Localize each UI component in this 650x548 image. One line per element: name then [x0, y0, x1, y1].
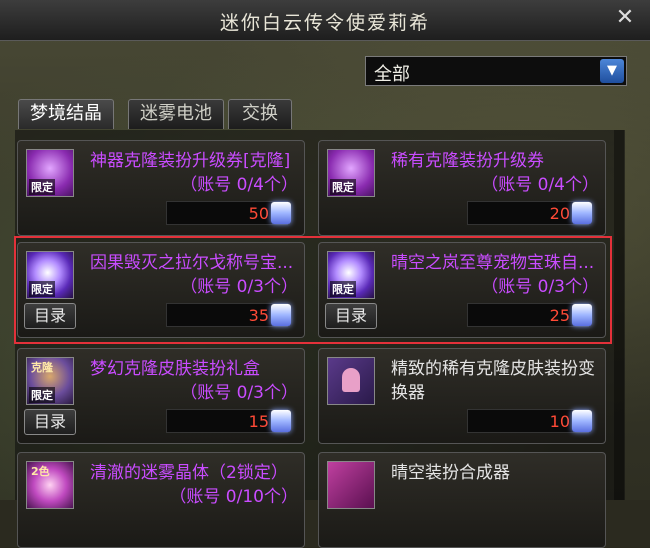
tab-mist-battery[interactable]: 迷雾电池	[128, 99, 224, 129]
item-card[interactable]: 晴空装扮合成器	[318, 452, 606, 548]
appearance-synthesizer-icon	[327, 461, 375, 509]
item-name-text: 稀有克隆装扮升级券	[391, 151, 544, 171]
item-name-text: 清澈的迷雾晶体（2锁定）	[90, 463, 288, 483]
tab-dream-crystal[interactable]: 梦境结晶	[18, 99, 114, 129]
item-name: 精致的稀有克隆皮肤装扮变换器	[391, 357, 599, 405]
crystal-currency-icon	[572, 304, 592, 326]
item-price: 20	[549, 204, 570, 223]
lock-count-badge: 2色	[31, 465, 50, 478]
crystal-currency-icon	[271, 410, 291, 432]
item-card[interactable]: 限定 晴空之岚至尊宠物宝珠自... （账号 0/3个） 目录 25	[318, 242, 606, 338]
item-name-text: 因果毁灭之拉尔戈称号宝...	[90, 253, 294, 273]
scrollbar[interactable]	[614, 130, 624, 500]
item-name-text: 神器克隆装扮升级券[克隆]	[90, 151, 291, 171]
dropdown-selected-value: 全部	[374, 64, 410, 85]
item-price: 15	[248, 412, 269, 431]
crystal-currency-icon	[271, 304, 291, 326]
tab-exchange[interactable]: 交换	[228, 99, 292, 129]
close-icon[interactable]: ✕	[614, 7, 636, 29]
price-bar: 50	[166, 201, 291, 225]
item-card[interactable]: 限定 稀有克隆装扮升级券 （账号 0/4个） 20	[318, 140, 606, 236]
price-bar: 15	[166, 409, 291, 433]
crystal-currency-icon	[271, 202, 291, 224]
clone-badge: 克隆	[31, 361, 53, 374]
limited-badge: 限定	[330, 281, 356, 297]
price-bar: 35	[166, 303, 291, 327]
directory-button[interactable]: 目录	[24, 303, 76, 329]
item-price: 10	[549, 412, 570, 431]
limited-badge: 限定	[29, 387, 55, 403]
mist-crystal-icon: 2色	[26, 461, 74, 509]
person-icon	[342, 368, 360, 392]
purchase-limit: （账号 0/3个）	[180, 277, 298, 297]
item-card[interactable]: 精致的稀有克隆皮肤装扮变换器 10	[318, 348, 606, 444]
item-name: 稀有克隆装扮升级券 （账号 0/4个）	[391, 149, 599, 197]
item-price: 35	[248, 306, 269, 325]
title-box-icon: 限定	[26, 251, 74, 299]
upgrade-ticket-icon: 限定	[26, 149, 74, 197]
directory-button[interactable]: 目录	[325, 303, 377, 329]
item-name: 清澈的迷雾晶体（2锁定） （账号 0/10个）	[90, 461, 298, 509]
title-bar: 迷你白云传令使爱莉希 ✕	[0, 0, 650, 41]
item-name: 晴空之岚至尊宠物宝珠自... （账号 0/3个）	[391, 251, 599, 299]
item-name: 梦幻克隆皮肤装扮礼盒 （账号 0/3个）	[90, 357, 298, 405]
item-name-text: 梦幻克隆皮肤装扮礼盒	[90, 359, 260, 379]
category-dropdown[interactable]: 全部 ▼	[365, 56, 627, 86]
chevron-down-icon[interactable]: ▼	[600, 59, 624, 83]
item-card[interactable]: 限定 神器克隆装扮升级券[克隆] （账号 0/4个） 50	[17, 140, 305, 236]
upgrade-ticket-icon: 限定	[327, 149, 375, 197]
purchase-limit: （账号 0/3个）	[481, 277, 599, 297]
item-card[interactable]: 限定 因果毁灭之拉尔戈称号宝... （账号 0/3个） 目录 35	[17, 242, 305, 338]
purchase-limit: （账号 0/4个）	[180, 175, 298, 195]
purchase-limit: （账号 0/10个）	[169, 487, 298, 507]
limited-badge: 限定	[29, 179, 55, 195]
item-name: 晴空装扮合成器	[391, 461, 599, 485]
limited-badge: 限定	[330, 179, 356, 195]
item-card[interactable]: 2色 清澈的迷雾晶体（2锁定） （账号 0/10个）	[17, 452, 305, 548]
item-name-text: 精致的稀有克隆皮肤装扮变换器	[391, 359, 595, 403]
item-card[interactable]: 克隆 限定 梦幻克隆皮肤装扮礼盒 （账号 0/3个） 目录 15	[17, 348, 305, 444]
avatar-converter-icon	[327, 357, 375, 405]
purchase-limit: （账号 0/4个）	[481, 175, 599, 195]
item-name: 神器克隆装扮升级券[克隆] （账号 0/4个）	[90, 149, 298, 197]
item-price: 25	[549, 306, 570, 325]
directory-button[interactable]: 目录	[24, 409, 76, 435]
crystal-currency-icon	[572, 202, 592, 224]
price-bar: 10	[467, 409, 592, 433]
price-bar: 25	[467, 303, 592, 327]
pet-orb-icon: 限定	[327, 251, 375, 299]
purchase-limit: （账号 0/3个）	[180, 383, 298, 403]
item-name-text: 晴空装扮合成器	[391, 463, 510, 483]
crystal-currency-icon	[572, 410, 592, 432]
item-name-text: 晴空之岚至尊宠物宝珠自...	[391, 253, 595, 273]
skin-gift-box-icon: 克隆 限定	[26, 357, 74, 405]
item-price: 50	[248, 204, 269, 223]
window-title: 迷你白云传令使爱莉希	[219, 12, 430, 34]
item-name: 因果毁灭之拉尔戈称号宝... （账号 0/3个）	[90, 251, 298, 299]
price-bar: 20	[467, 201, 592, 225]
limited-badge: 限定	[29, 281, 55, 297]
